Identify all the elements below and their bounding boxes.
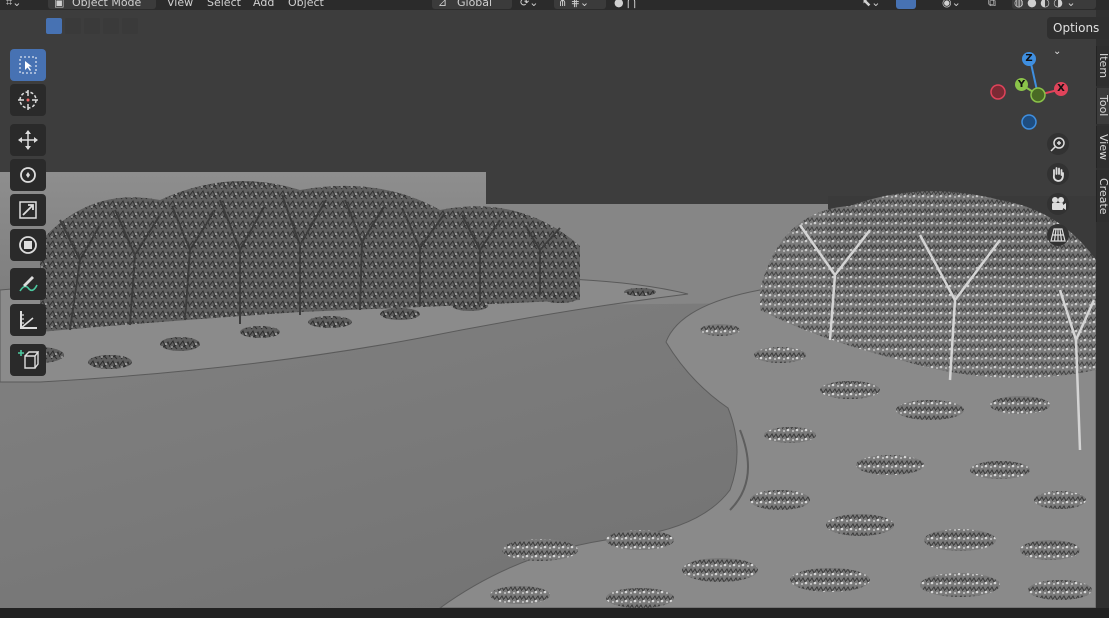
transform-icon [19,236,37,254]
select-subtract-button[interactable] [84,18,100,34]
add-cube-icon [18,350,39,369]
zoom-button[interactable] [1047,133,1069,155]
camera-icon [1052,197,1066,210]
add-cube-tool[interactable] [10,344,46,376]
measure-tool[interactable] [10,304,46,336]
selectability-icon[interactable]: ⬉⌄ [862,0,880,10]
tab-create[interactable]: Create [1096,170,1109,222]
rotate-tool[interactable] [10,159,46,191]
menu-view[interactable]: View [167,0,193,10]
shading-icons: ◍ ● ◐ ◑ ⌄ [1014,0,1076,9]
cursor-icon [18,90,38,110]
select-intersect-button[interactable] [122,18,138,34]
move-icon [18,130,38,150]
options-dropdown[interactable]: Options ⌄ [1047,17,1109,57]
rotate-icon [20,167,36,183]
annotate-icon [19,276,38,292]
mode-icon: ▣ [54,0,65,9]
select-invert-button[interactable] [103,18,119,34]
tab-item[interactable]: Item [1096,46,1109,86]
tab-view[interactable]: View [1096,126,1109,168]
gizmo-x-axis[interactable]: X [1054,82,1068,96]
menu-select[interactable]: Select [207,0,241,10]
move-tool[interactable] [10,124,46,156]
gizmo-z-axis[interactable]: Z [1022,52,1036,66]
camera-view-button[interactable] [1047,193,1069,215]
scale-tool[interactable] [10,194,46,226]
perspective-toggle-button[interactable] [1047,224,1069,246]
measure-icon [20,311,37,329]
gizmo-y-axis[interactable]: Y [1015,78,1028,91]
select-extend-button[interactable] [65,18,81,34]
orientation-icon: ⊿ [438,0,448,9]
xray-icon[interactable]: ⧉ [988,0,996,10]
select-box-icon [19,56,37,74]
select-box-tool[interactable] [10,49,46,81]
pivot-icon[interactable]: ⟳⌄ [520,0,538,10]
menu-add[interactable]: Add [253,0,274,10]
viewport-header: ⌗⌄ ▣ Object Mode View Select Add Object … [0,0,1109,10]
zoom-icon [1050,137,1065,152]
transform-tool[interactable] [10,229,46,261]
mode-label: Object Mode [72,0,142,9]
snap-icon: ⋔ ⋕⌄ [558,0,590,9]
3d-viewport[interactable] [0,10,1096,608]
perspective-grid-icon [1050,228,1066,242]
scene-render [0,172,1096,608]
gizmo-toggle-button[interactable] [896,0,916,9]
annotate-tool[interactable] [10,268,46,300]
cursor-tool[interactable] [10,84,46,116]
overlays-icon[interactable]: ◉⌄ [942,0,961,10]
hand-pan-icon [1052,167,1064,182]
menu-object[interactable]: Object [288,0,324,10]
pan-button[interactable] [1047,163,1069,185]
editor-type-icon[interactable]: ⌗⌄ [6,0,21,10]
scale-icon [19,201,37,219]
tab-tool[interactable]: Tool [1096,88,1109,124]
proportional-edit-icon[interactable]: ● ⋂ [614,0,636,10]
status-bar [0,608,1109,618]
orientation-label: Global [457,0,493,9]
options-label: Options [1053,21,1100,35]
select-set-new-button[interactable] [46,18,62,34]
